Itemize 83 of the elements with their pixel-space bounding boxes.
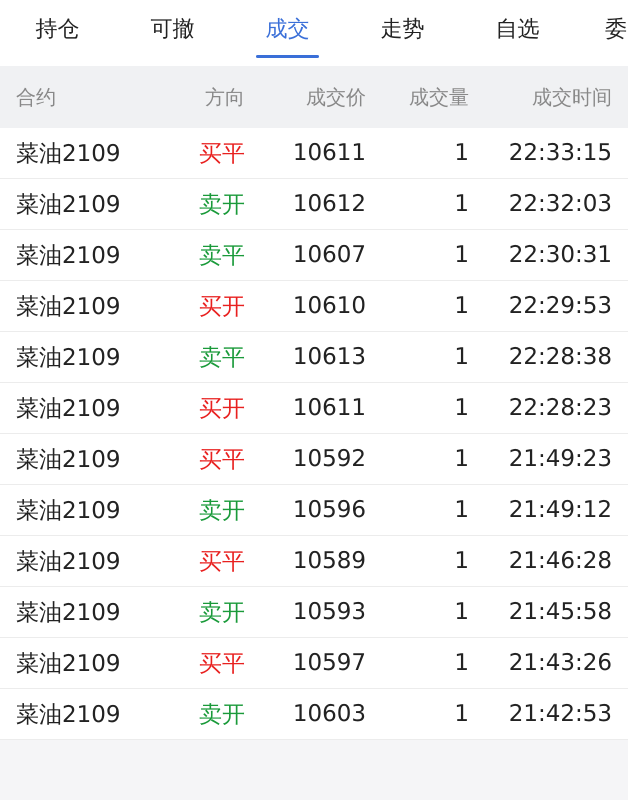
table-cell: 10603	[292, 701, 366, 727]
table-row[interactable]: 菜油2109 卖开 10593 1 21:45:58	[0, 587, 628, 638]
column-header: 成交时间	[532, 84, 612, 110]
table-cell-text: 菜油2109	[15, 190, 121, 220]
table-row[interactable]: 菜油2109 卖开 10603 1 21:42:53	[0, 689, 628, 740]
tab[interactable]: 自选	[460, 0, 575, 58]
table-cell: 1	[454, 242, 469, 268]
table-row[interactable]: 菜油2109 买平 10592 1 21:49:23	[0, 434, 628, 485]
table-cell: 10607	[292, 242, 366, 268]
table-cell: 1	[454, 650, 469, 676]
table-row[interactable]: 菜油2109 买平 10597 1 21:43:26	[0, 638, 628, 689]
column-header: 合约	[15, 84, 56, 110]
table-cell: 21:42:53	[508, 701, 612, 727]
table-cell: 1	[454, 344, 469, 370]
table-cell: 10596	[292, 497, 366, 523]
table-cell: 10593	[292, 599, 366, 625]
table-row[interactable]: 菜油2109 买开 10610 1 22:29:53	[0, 281, 628, 332]
table-cell: 22:30:31	[508, 242, 612, 268]
table-cell: 10613	[292, 344, 366, 370]
table-row[interactable]: 菜油2109 卖开 10612 1 22:32:03	[0, 179, 628, 230]
table-cell: 10597	[292, 650, 366, 676]
table-cell-text: 菜油2109	[15, 496, 121, 526]
tab[interactable]: 可撤	[115, 0, 230, 58]
table-cell-text: 买开	[199, 292, 245, 322]
table-cell: 1	[454, 599, 469, 625]
table-cell-text: 菜油2109	[15, 344, 121, 372]
table-cell-text: 卖开	[199, 700, 245, 730]
table-cell: 1	[454, 191, 469, 217]
table-cell: 10589	[292, 548, 366, 574]
table-cell-text: 菜油2109	[15, 140, 121, 168]
table-cell-text: 买开	[199, 394, 245, 424]
table-row[interactable]: 菜油2109 卖开 10596 1 21:49:12	[0, 485, 628, 536]
column-header: 成交量	[409, 84, 469, 110]
table-cell: 10592	[292, 446, 366, 472]
table-row[interactable]: 菜油2109 卖平 10607 1 22:30:31	[0, 230, 628, 281]
table-cell-text: 买平	[199, 548, 245, 576]
table-cell: 1	[454, 140, 469, 166]
table-cell: 10611	[292, 395, 366, 421]
table-cell: 1	[454, 497, 469, 523]
table-cell-text: 卖平	[199, 242, 245, 270]
table-cell-text: 菜油2109	[15, 292, 121, 322]
table-row[interactable]: 菜油2109 买平 10589 1 21:46:28	[0, 536, 628, 587]
table-cell: 22:28:23	[508, 395, 612, 421]
table-row[interactable]: 菜油2109 卖平 10613 1 22:28:38	[0, 332, 628, 383]
table-cell-text: 菜油2109	[15, 548, 121, 576]
table-cell-text: 菜油2109	[15, 242, 121, 270]
table-cell-text: 菜油2109	[15, 700, 121, 730]
table-cell-text: 卖开	[199, 190, 245, 220]
table-cell: 21:49:12	[508, 497, 612, 523]
table-row[interactable]: 菜油2109 买平 10611 1 22:33:15	[0, 128, 628, 179]
table-cell: 1	[454, 293, 469, 319]
tab[interactable]: 成交	[230, 0, 345, 58]
column-header: 方向	[205, 84, 245, 110]
table-cell-text: 卖平	[199, 344, 245, 372]
tab[interactable]: 走势	[345, 0, 460, 58]
table-cell-text: 菜油2109	[15, 598, 121, 628]
table-cell: 1	[454, 548, 469, 574]
table-cell-text: 菜油2109	[15, 446, 121, 474]
table-cell: 1	[454, 701, 469, 727]
table-cell: 21:46:28	[508, 548, 612, 574]
table-cell-text: 卖开	[199, 598, 245, 628]
table-cell: 22:28:38	[508, 344, 612, 370]
table-cell: 22:33:15	[508, 140, 612, 166]
table-cell: 1	[454, 446, 469, 472]
table-cell: 22:32:03	[508, 191, 612, 217]
tab[interactable]: 委	[575, 0, 627, 58]
column-header: 成交价	[306, 84, 366, 110]
table-cell: 21:49:23	[508, 446, 612, 472]
table-cell-text: 买平	[199, 446, 245, 474]
table-cell: 10610	[292, 293, 366, 319]
table-cell-text: 买平	[199, 140, 245, 168]
table-cell-text: 卖开	[199, 496, 245, 526]
table-cell: 22:29:53	[508, 293, 612, 319]
table-cell: 21:45:58	[508, 599, 612, 625]
table-cell: 1	[454, 395, 469, 421]
table-cell: 10611	[292, 140, 366, 166]
table-cell: 10612	[292, 191, 366, 217]
table-row[interactable]: 菜油2109 买开 10611 1 22:28:23	[0, 383, 628, 434]
table-cell-text: 买平	[199, 650, 245, 678]
table-cell-text: 菜油2109	[15, 650, 121, 678]
table-cell: 21:43:26	[508, 650, 612, 676]
table-cell-text: 菜油2109	[15, 394, 121, 424]
tab[interactable]: 持仓	[0, 0, 115, 58]
